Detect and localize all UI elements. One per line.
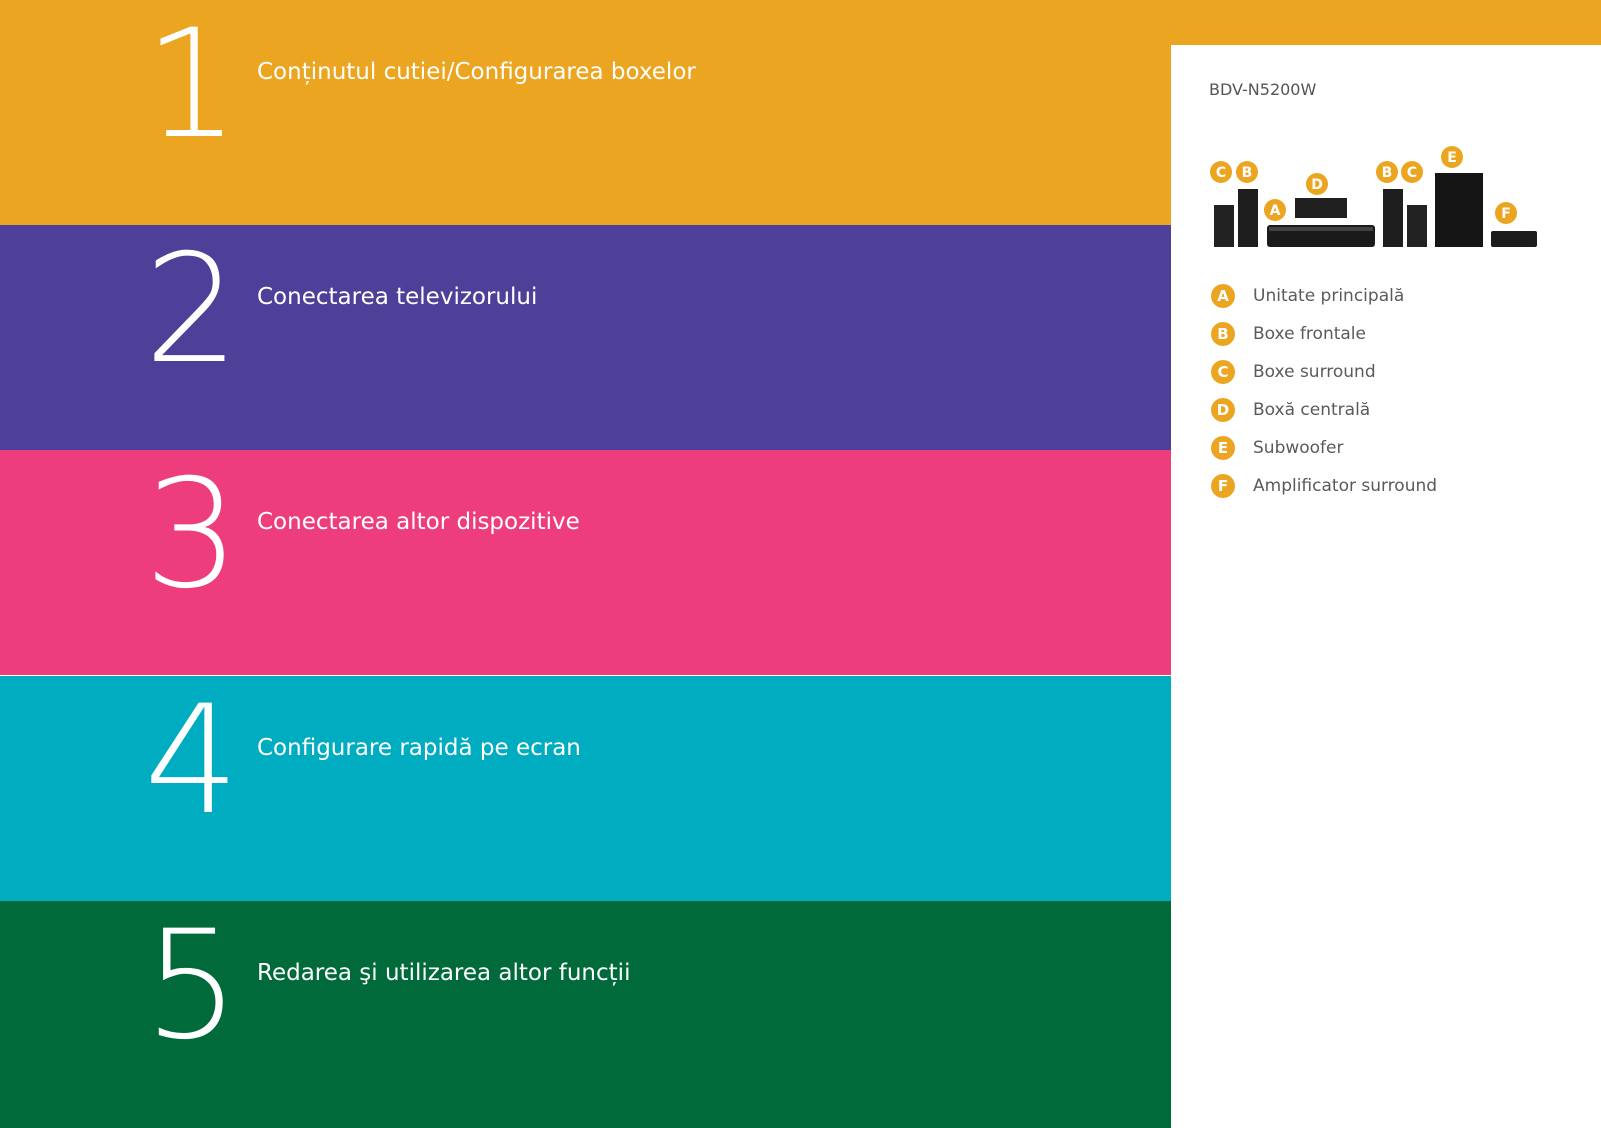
legend-item: E Subwoofer — [1211, 429, 1437, 467]
section-number: 5 — [144, 899, 239, 1073]
badge-letter: C — [1216, 165, 1226, 181]
badge-letter: E — [1447, 150, 1457, 166]
model-number: BDV-N5200W — [1209, 80, 1317, 99]
legend-item: A Unitate principală — [1211, 277, 1437, 315]
legend-item: F Amplificator surround — [1211, 467, 1437, 505]
legend-badge: D — [1211, 398, 1235, 422]
section-list: 1 Conținutul cutiei/Configurarea boxelor… — [0, 0, 1171, 1128]
surround-amplifier — [1491, 231, 1537, 247]
badge-letter: D — [1311, 177, 1323, 193]
section-3[interactable]: 3 Conectarea altor dispozitive — [0, 450, 1171, 675]
speaker-system-illustration: C B A D B C E F — [1210, 146, 1537, 247]
section-title: Redarea şi utilizarea altor funcții — [257, 960, 631, 986]
legend-label: Amplificator surround — [1253, 476, 1438, 496]
badge-letter: F — [1501, 206, 1511, 222]
section-number: 1 — [144, 0, 239, 172]
badge-letter: B — [1242, 165, 1253, 181]
badge-letter: A — [1270, 203, 1281, 219]
section-2[interactable]: 2 Conectarea televizorului — [0, 225, 1171, 450]
speaker-c-left — [1214, 205, 1234, 247]
legend-badge: E — [1211, 436, 1235, 460]
section-1[interactable]: 1 Conținutul cutiei/Configurarea boxelor — [0, 0, 1171, 225]
legend-label: Unitate principală — [1253, 286, 1405, 306]
speaker-b-left — [1238, 189, 1258, 247]
section-title: Conținutul cutiei/Configurarea boxelor — [257, 59, 696, 85]
legend-label: Boxe surround — [1253, 362, 1376, 382]
section-number: 2 — [144, 223, 239, 397]
speaker-d-center — [1295, 198, 1347, 218]
section-title: Configurare rapidă pe ecran — [257, 735, 581, 761]
speaker-c-right — [1407, 205, 1427, 247]
section-number: 4 — [144, 674, 239, 848]
badge-c-left: C — [1210, 161, 1232, 183]
section-5[interactable]: 5 Redarea şi utilizarea altor funcții — [0, 901, 1171, 1128]
legend-label: Boxă centrală — [1253, 400, 1371, 420]
section-title: Conectarea altor dispozitive — [257, 509, 580, 535]
product-panel: BDV-N5200W C B A D B C E F A Unitate pri… — [1171, 45, 1601, 1128]
badge-letter: C — [1407, 165, 1417, 181]
legend-item: D Boxă centrală — [1211, 391, 1437, 429]
badge-b-right: B — [1376, 161, 1398, 183]
badge-e: E — [1441, 146, 1463, 168]
section-title: Conectarea televizorului — [257, 284, 538, 310]
legend-label: Subwoofer — [1253, 438, 1344, 458]
section-number: 3 — [144, 448, 239, 622]
badge-letter: B — [1382, 165, 1393, 181]
section-4[interactable]: 4 Configurare rapidă pe ecran — [0, 676, 1171, 901]
badge-b-left: B — [1236, 161, 1258, 183]
badge-f: F — [1495, 202, 1517, 224]
legend-item: C Boxe surround — [1211, 353, 1437, 391]
component-legend: A Unitate principală B Boxe frontale C B… — [1211, 277, 1437, 505]
speaker-b-right — [1383, 189, 1403, 247]
legend-item: B Boxe frontale — [1211, 315, 1437, 353]
legend-badge: B — [1211, 322, 1235, 346]
badge-a: A — [1264, 199, 1286, 221]
legend-badge: A — [1211, 284, 1235, 308]
badge-d: D — [1306, 173, 1328, 195]
badge-c-right: C — [1401, 161, 1423, 183]
top-accent-strip — [1171, 0, 1601, 45]
legend-badge: F — [1211, 474, 1235, 498]
subwoofer — [1435, 173, 1483, 247]
legend-badge: C — [1211, 360, 1235, 384]
legend-label: Boxe frontale — [1253, 324, 1366, 344]
